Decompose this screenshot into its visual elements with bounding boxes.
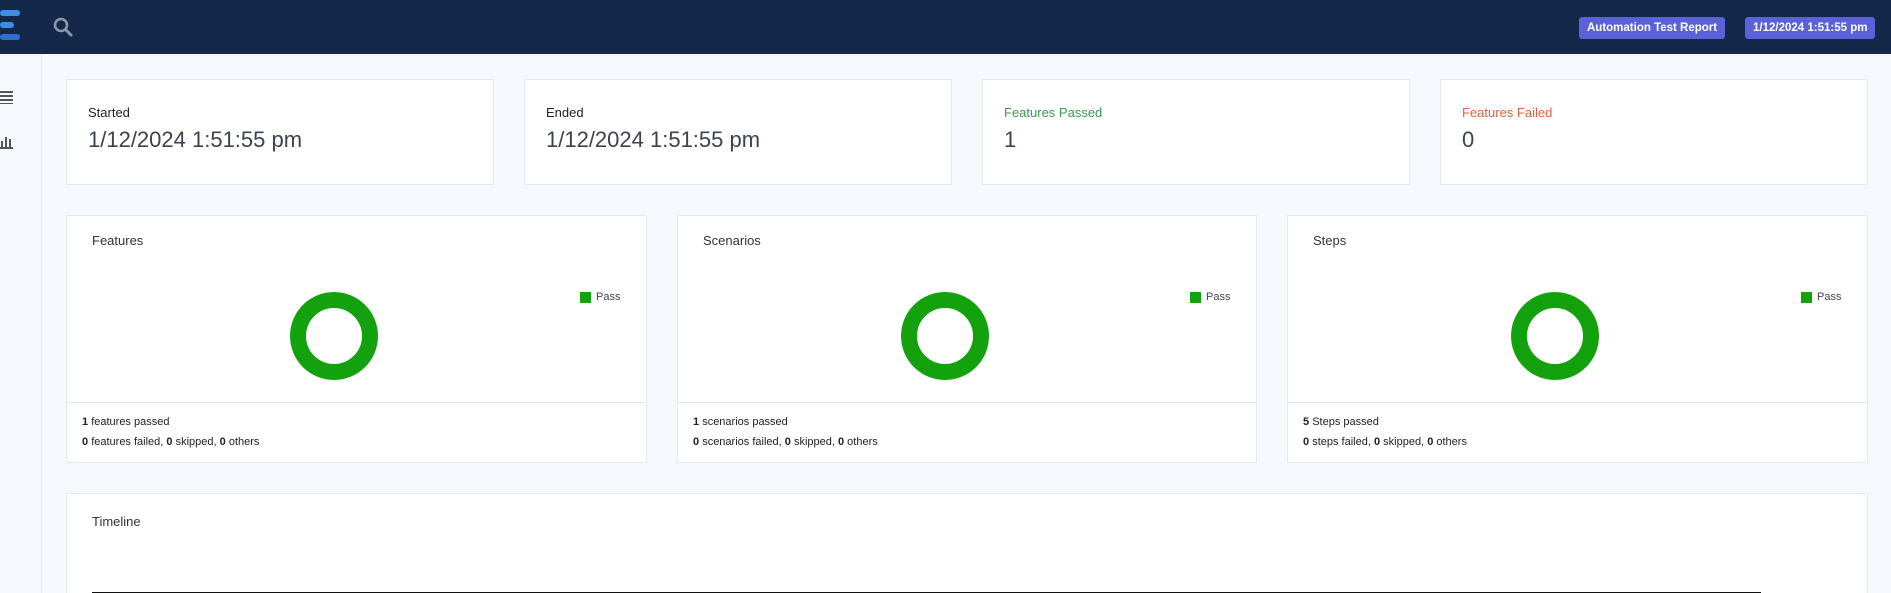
features-failed-summary: 0 features failed, 0 skipped, 0 others (82, 436, 260, 448)
top-navbar: Automation Test Report 1/12/2024 1:51:55… (0, 0, 1891, 54)
steps-failed-summary: 0 steps failed, 0 skipped, 0 others (1303, 436, 1467, 448)
steps-legend[interactable]: Pass (1801, 291, 1841, 303)
ended-card: Ended 1/12/2024 1:51:55 pm (524, 79, 952, 185)
logo-icon[interactable] (0, 10, 22, 42)
divider (67, 402, 646, 403)
steps-pass-slice (1511, 292, 1599, 380)
started-label: Started (88, 105, 130, 120)
side-navigation (0, 54, 42, 593)
steps-chart-title: Steps (1313, 233, 1347, 248)
scenarios-chart-title: Scenarios (703, 233, 761, 248)
legend-swatch-pass (580, 291, 591, 303)
features-chart-card: Features Pass 1 features passed 0 featur… (66, 215, 647, 463)
features-failed-label: Features Failed (1462, 105, 1553, 120)
scenarios-chart-card: Scenarios Pass 1 scenarios passed 0 scen… (677, 215, 1257, 463)
steps-chart-card: Steps Pass 5 Steps passed 0 steps failed… (1287, 215, 1868, 463)
features-donut-chart[interactable] (290, 292, 378, 380)
legend-label-pass: Pass (596, 291, 621, 303)
ended-label: Ended (546, 105, 584, 120)
steps-donut-chart[interactable] (1511, 292, 1599, 380)
legend-swatch-pass (1190, 291, 1201, 303)
divider (678, 402, 1256, 403)
ended-value: 1/12/2024 1:51:55 pm (546, 127, 761, 152)
features-passed-label: Features Passed (1004, 105, 1103, 120)
features-legend[interactable]: Pass (580, 291, 620, 303)
steps-passed-summary: 5 Steps passed (1303, 416, 1379, 428)
timeline-title: Timeline (92, 514, 141, 529)
started-card: Started 1/12/2024 1:51:55 pm (66, 79, 494, 185)
started-value: 1/12/2024 1:51:55 pm (88, 127, 303, 152)
legend-label-pass: Pass (1206, 291, 1231, 303)
scenarios-donut-chart[interactable] (901, 292, 989, 380)
legend-swatch-pass (1801, 291, 1812, 303)
scenarios-passed-summary: 1 scenarios passed (693, 416, 788, 428)
features-failed-value: 0 (1462, 127, 1475, 152)
search-icon[interactable] (52, 16, 74, 38)
divider (1288, 402, 1867, 403)
report-title-badge: Automation Test Report (1579, 17, 1726, 39)
legend-label-pass: Pass (1817, 291, 1842, 303)
list-icon[interactable] (0, 90, 16, 106)
bar-chart-icon[interactable] (0, 135, 16, 151)
timeline-card: Timeline (66, 493, 1868, 593)
scenarios-pass-slice (901, 292, 989, 380)
features-failed-card: Features Failed 0 (1440, 79, 1868, 185)
features-chart-title: Features (92, 233, 144, 248)
features-passed-card: Features Passed 1 (982, 79, 1410, 185)
report-date-badge: 1/12/2024 1:51:55 pm (1745, 17, 1876, 39)
features-pass-slice (290, 292, 378, 380)
features-passed-summary: 1 features passed (82, 416, 170, 428)
scenarios-legend[interactable]: Pass (1190, 291, 1230, 303)
scenarios-failed-summary: 0 scenarios failed, 0 skipped, 0 others (693, 436, 878, 448)
features-passed-value: 1 (1004, 127, 1017, 152)
